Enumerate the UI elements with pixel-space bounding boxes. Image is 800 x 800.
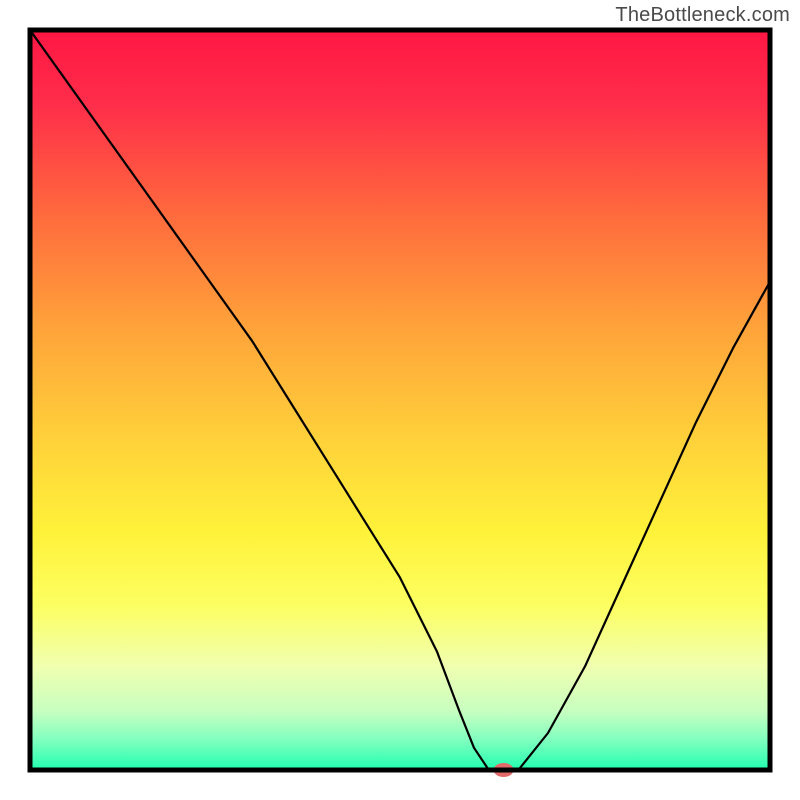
attribution-label: TheBottleneck.com [615, 4, 790, 27]
plot-area [30, 30, 770, 777]
bottleneck-chart: TheBottleneck.com [0, 0, 800, 800]
chart-svg [0, 0, 800, 800]
plot-background [30, 30, 770, 770]
